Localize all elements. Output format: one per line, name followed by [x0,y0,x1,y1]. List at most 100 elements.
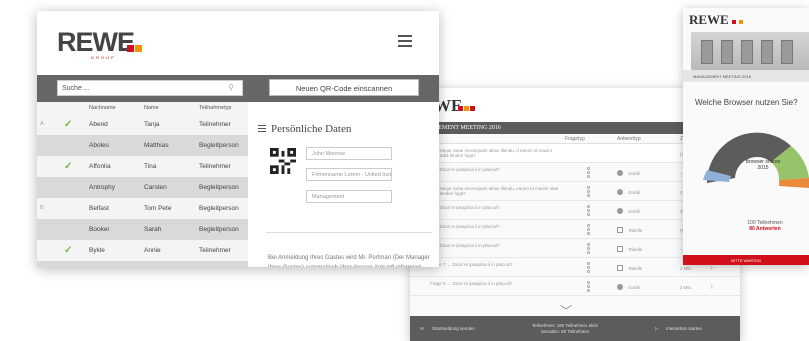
question-text: 5 → Dicut re ipsapicia ii in placcul? [430,224,500,229]
app-header: REWE GROUP [37,11,439,75]
rewe-logo-text: REWE [689,12,729,27]
browser-donut-chart [703,132,809,188]
chevron-right-icon[interactable]: › [710,281,713,291]
time-label: 3 Min. [680,285,693,290]
guest-teilnahmetyp: Teilnehmer [199,247,231,254]
meeting-header: MANAGEMENT MEETING 2016 [683,70,809,82]
guest-name: Tom Pete [144,205,172,212]
rewe-logo: REWE [57,27,142,58]
mail-icon[interactable]: ✉ [420,326,424,332]
logo-square-red [731,20,736,24]
guest-list-header: Nachname Name Teilnahmetyp [37,102,248,114]
search-input[interactable]: Suche ... ⚲ [57,80,243,96]
answer-type-label: Tabelle [628,247,643,252]
logo-square-orange [464,106,469,111]
divider [266,232,432,233]
question-row[interactable]: Frage 8 → Dicut re ipsapicia ii in placc… [410,277,740,296]
menu-lines-icon [258,124,266,134]
question-text: Frage 7 → Dicut re ipsapicia ii in placc… [430,262,513,267]
department-field[interactable]: Management [306,190,392,203]
guest-teilnahmetyp: Teilnehmer [199,163,231,170]
question-type-icon [582,242,594,255]
response-counts: 100 Teilnehmen 80 Antworten [725,220,805,232]
guest-name: Annie [144,247,161,254]
guest-row[interactable]: Booker Sarah Begleitperson [37,219,248,240]
chart-type-icon [617,284,623,290]
logo-square-orange [739,20,744,24]
guest-row[interactable]: ✓ Affonlia Tina Teilnehmer [37,156,248,177]
table-type-icon [617,265,623,271]
answer-type-label: Grafik [628,190,641,195]
guest-name-field[interactable]: John Moonse [306,147,392,160]
guest-nachname: Abend [89,121,108,128]
checked-in-icon: ✓ [64,245,73,256]
guest-nachname: Bykle [89,247,105,254]
hamburger-menu-icon[interactable] [398,35,412,50]
alphabet-index[interactable]: B [40,205,44,211]
please-wait-button[interactable]: BITTE WARTEN [683,255,809,265]
question-text: 4 → Dicut re ipsapicia ii in placcul? [430,205,500,210]
answer-type-label: Tabelle [628,228,643,233]
chart-center-label: Browser shares 2015 [745,159,781,171]
guest-row[interactable]: B Belfast Tom Pete Begleitperson [37,198,248,219]
start-interaction-button[interactable]: Interaktion starten [666,326,702,331]
guest-name: Sarah [144,226,162,233]
guest-name: Tina [144,163,157,170]
play-icon[interactable]: ▷ [655,326,658,332]
scan-qr-button[interactable]: Neuen QR-Code einscannen [269,79,419,96]
col-fragetyp: Fragetyp [565,136,585,142]
guest-teilnahmetyp: Begleitperson [199,142,239,149]
guest-nachname: Booker [89,226,110,233]
col-name: Name [144,105,159,111]
time-label: 2 Min. [680,266,693,271]
answers-count: 80 Antworten [749,226,781,232]
guest-row[interactable]: Antrophy Carsten Begleitperson [37,177,248,198]
answer-type-label: Tabelle [628,266,643,271]
search-icon[interactable]: ⚲ [228,83,234,92]
guest-nachname: Affonlia [89,163,111,170]
guest-list-screen: REWE GROUP Suche ... ⚲ Neuen QR-Code ein… [37,11,439,267]
send-start-message-button[interactable]: Startmeldung senden [432,326,475,331]
meeting-footer: ✉ Startmeldung senden Teilnehmer: 180 Te… [410,316,740,341]
logo-square-red [127,45,134,52]
question-type-icon [582,223,594,236]
guest-row[interactable]: ✓ Bykle Annie Teilnehmer [37,240,248,261]
guest-teilnahmetyp: Begleitperson [199,226,239,233]
building-banner-image [691,32,809,70]
guest-row[interactable]: Aboles Matthias Begleitperson [37,135,248,156]
rewe-logo: REWE [689,12,744,28]
rewe-logo-text: REWE [57,27,135,57]
qr-code-icon [270,148,296,174]
personal-data-title-text: Persönliche Daten [271,123,352,135]
arrival-note: Bei Anmeldung Ihres Gastes wird Mr. Port… [268,255,430,267]
alphabet-index[interactable]: A [40,121,44,127]
personal-data-title: Persönliche Daten [258,123,351,135]
guest-teilnahmetyp: Begleitperson [199,184,239,191]
col-antworttyp: Antworttyp [617,136,641,142]
col-teilnahmetyp: Teilnahmetyp [199,105,232,111]
question-type-icon [582,166,594,179]
chart-type-icon [617,189,623,195]
guest-nachname: Aboles [89,142,109,149]
guest-row[interactable]: CBylmosPaul ScottTeilnehmer [37,261,248,267]
question-text: 3 → Nequi soiae rerumquam aibus illendu,… [430,186,559,196]
answer-type-label: Grafik [628,209,641,214]
guest-teilnahmetyp: Teilnehmer [199,121,231,128]
logo-square-red-2 [470,106,475,111]
guest-row[interactable]: A ✓ Abend Tanja Teilnehmer [37,114,248,135]
poll-screen: REWE MANAGEMENT MEETING 2016 Welche Brow… [683,8,809,265]
guest-list: Nachname Name Teilnahmetyp A ✓ Abend Tanja T… [37,102,248,267]
question-text: Frage 8 → Dicut re ipsapicia ii in placc… [430,281,513,286]
question-text: 1 → Nequi soiae rerumquam aibus illendu,… [430,148,553,158]
chart-type-icon [617,208,623,214]
checked-in-icon: ✓ [64,161,73,172]
question-type-icon [582,185,594,198]
answer-type-label: Grafik [628,285,641,290]
guest-name: Carsten [144,184,167,191]
checked-in-icon: ✓ [64,119,73,130]
company-field[interactable]: Firmenname Lorem - United Institut... [306,168,392,181]
question-type-icon [582,204,594,217]
table-type-icon [617,246,623,252]
guest-nachname: Belfast [89,205,109,212]
logo-square-red [458,106,463,111]
